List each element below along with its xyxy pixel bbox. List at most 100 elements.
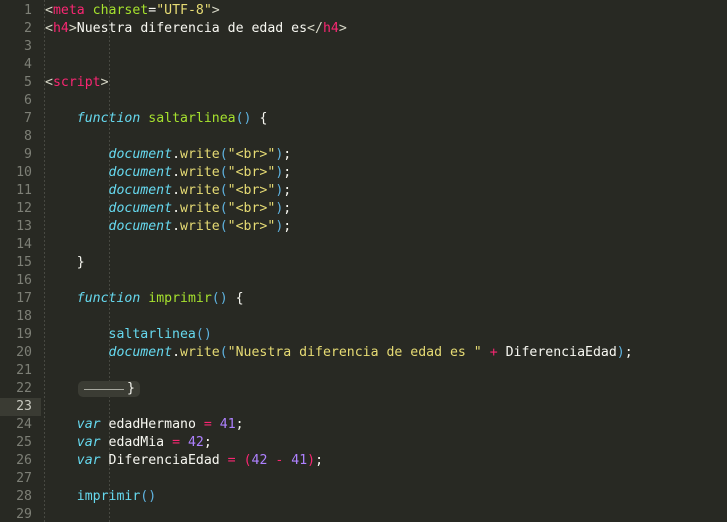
token-object-document: document [108, 219, 173, 234]
code-content-16[interactable] [41, 272, 727, 290]
code-content-6[interactable] [41, 92, 727, 110]
sp3 [180, 435, 188, 450]
code-line-1[interactable]: 1 <meta charset="UTF-8"> [0, 2, 727, 20]
code-content-21[interactable] [41, 362, 727, 380]
code-line-29[interactable]: 29 [0, 506, 727, 522]
token-string-br: "<br>" [227, 201, 276, 216]
code-content-10[interactable]: document.write("<br>"); [41, 164, 727, 182]
brace-match-fold-highlight[interactable]: } [78, 381, 140, 397]
code-line-16[interactable]: 16 [0, 272, 727, 290]
token-var-edadhermano: edadHermano [108, 417, 196, 432]
code-content-19[interactable]: saltarlinea() [41, 326, 727, 344]
token-open-paren: ( [219, 201, 228, 216]
token-string-br: "<br>" [227, 183, 276, 198]
line-number-18: 18 [16, 309, 32, 324]
code-content-8[interactable] [41, 128, 727, 146]
code-content-23[interactable] [41, 398, 727, 416]
token-open-paren: ( [243, 453, 252, 468]
token-operator-assign: = [172, 435, 181, 450]
token-semicolon: ; [283, 183, 292, 198]
code-content-20[interactable]: document.write("Nuestra diferencia de ed… [41, 344, 727, 362]
token-operator-assign: = [203, 417, 212, 432]
code-line-22[interactable]: 22 } [0, 380, 727, 398]
code-content-14[interactable] [41, 236, 727, 254]
code-line-25[interactable]: 25 var edadMia = 42; [0, 434, 727, 452]
line-number-11: 11 [16, 183, 32, 198]
token-number-42: 42 [187, 435, 204, 450]
code-line-14[interactable]: 14 [0, 236, 727, 254]
token-fn-name-saltarlinea: saltarlinea [148, 111, 236, 126]
code-content-25[interactable]: var edadMia = 42; [41, 434, 727, 452]
token-operator-assign: = [227, 453, 236, 468]
code-lines: 1 <meta charset="UTF-8"> 2 <h4>Nuestra d… [0, 0, 727, 522]
code-content-27[interactable] [41, 470, 727, 488]
sp2 [164, 435, 172, 450]
code-line-20[interactable]: 20 document.write("Nuestra diferencia de… [0, 344, 727, 362]
code-content-3[interactable] [41, 38, 727, 56]
code-content-22[interactable]: } [41, 380, 727, 398]
code-content-28[interactable]: imprimir() [41, 488, 727, 506]
code-line-27[interactable]: 27 [0, 470, 727, 488]
code-line-2[interactable]: 2 <h4>Nuestra diferencia de edad es</h4> [0, 20, 727, 38]
token-semicolon: ; [283, 201, 292, 216]
token-parens: () [211, 291, 228, 306]
token-var-diferenciaedad: DiferenciaEdad [505, 345, 617, 360]
code-line-6[interactable]: 6 [0, 92, 727, 110]
fold-rule-icon [84, 388, 124, 390]
code-content-12[interactable]: document.write("<br>"); [41, 200, 727, 218]
code-line-13[interactable]: 13 document.write("<br>"); [0, 218, 727, 236]
code-content-2[interactable]: <h4>Nuestra diferencia de edad es</h4> [41, 20, 727, 38]
code-line-17[interactable]: 17 function imprimir() { [0, 290, 727, 308]
code-content-15[interactable]: } [41, 254, 727, 272]
code-line-28[interactable]: 28 imprimir() [0, 488, 727, 506]
token-open-brace: { [259, 111, 268, 126]
code-line-18[interactable]: 18 [0, 308, 727, 326]
code-content-11[interactable]: document.write("<br>"); [41, 182, 727, 200]
code-editor[interactable]: 1 <meta charset="UTF-8"> 2 <h4>Nuestra d… [0, 0, 727, 522]
line-number-5: 5 [24, 75, 32, 90]
code-line-26[interactable]: 26 var DiferenciaEdad = (42 - 41); [0, 452, 727, 470]
code-line-10[interactable]: 10 document.write("<br>"); [0, 164, 727, 182]
line-number-6: 6 [24, 93, 32, 108]
code-content-4[interactable] [41, 56, 727, 74]
line-number-16: 16 [16, 273, 32, 288]
line-number-25: 25 [16, 435, 32, 450]
code-content-29[interactable] [41, 506, 727, 522]
token-object-document: document [108, 201, 173, 216]
code-line-8[interactable]: 8 [0, 128, 727, 146]
code-line-12[interactable]: 12 document.write("<br>"); [0, 200, 727, 218]
code-content-13[interactable]: document.write("<br>"); [41, 218, 727, 236]
code-content-7[interactable]: function saltarlinea() { [41, 110, 727, 128]
code-line-5[interactable]: 5 <script> [0, 74, 727, 92]
code-line-3[interactable]: 3 [0, 38, 727, 56]
token-method-write: write [180, 165, 220, 180]
code-content-24[interactable]: var edadHermano = 41; [41, 416, 727, 434]
code-content-9[interactable]: document.write("<br>"); [41, 146, 727, 164]
token-close-paren: ) [307, 453, 316, 468]
code-line-4[interactable]: 4 [0, 56, 727, 74]
code-content-18[interactable] [41, 308, 727, 326]
code-content-5[interactable]: <script> [41, 74, 727, 92]
code-line-11[interactable]: 11 document.write("<br>"); [0, 182, 727, 200]
token-method-write: write [180, 201, 220, 216]
code-content-26[interactable]: var DiferenciaEdad = (42 - 41); [41, 452, 727, 470]
code-line-21[interactable]: 21 [0, 362, 727, 380]
sp [101, 453, 109, 468]
code-line-23[interactable]: 23 [0, 398, 727, 416]
code-line-9[interactable]: 9 document.write("<br>"); [0, 146, 727, 164]
code-content-17[interactable]: function imprimir() { [41, 290, 727, 308]
code-line-7[interactable]: 7 function saltarlinea() { [0, 110, 727, 128]
token-open-paren: ( [219, 183, 228, 198]
code-content-1[interactable]: <meta charset="UTF-8"> [41, 2, 727, 20]
sp2 [498, 345, 506, 360]
line-number-26: 26 [16, 453, 32, 468]
code-line-15[interactable]: 15 } [0, 254, 727, 272]
sp [101, 417, 109, 432]
code-line-19[interactable]: 19 saltarlinea() [0, 326, 727, 344]
token-call-imprimir: imprimir [76, 489, 141, 504]
code-line-24[interactable]: 24 var edadHermano = 41; [0, 416, 727, 434]
